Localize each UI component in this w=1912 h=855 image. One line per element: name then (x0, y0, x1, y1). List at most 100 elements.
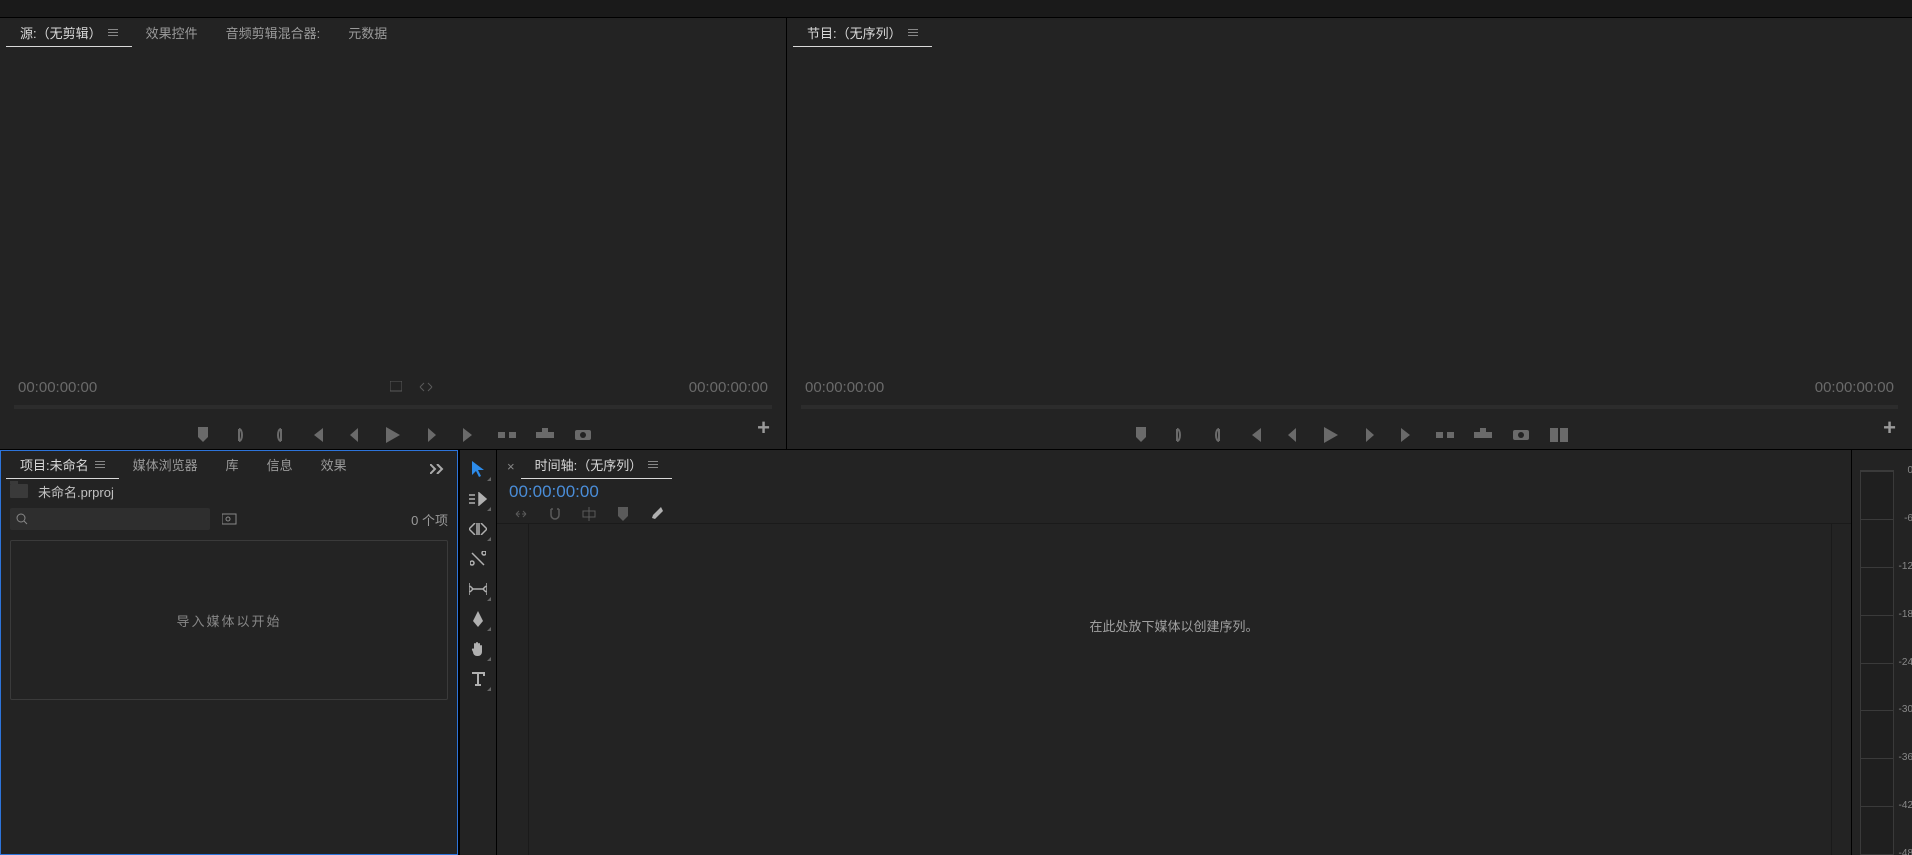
mark-in-icon[interactable] (231, 425, 251, 445)
timeline-panel: × 时间轴:（无序列） 00:00:00:00 在此处放下媒体以创建序列。 (497, 450, 1852, 855)
tab-source[interactable]: 源:（无剪辑） (6, 22, 132, 46)
tab-overflow-icon[interactable] (422, 464, 452, 478)
meter-tick-label: -24 (1899, 657, 1912, 668)
tab-program-label: 节目:（无序列） (807, 23, 902, 42)
close-tab-icon[interactable]: × (503, 459, 521, 478)
panel-menu-icon[interactable] (908, 29, 918, 36)
play-icon[interactable] (383, 425, 403, 445)
panel-menu-icon[interactable] (648, 461, 658, 468)
go-to-in-icon[interactable] (1245, 425, 1265, 445)
button-editor-icon[interactable]: + (757, 415, 770, 441)
program-tabs: 节目:（无序列） (787, 18, 1912, 46)
project-icon (10, 484, 28, 498)
go-to-in-icon[interactable] (307, 425, 327, 445)
program-transport: + (787, 401, 1912, 449)
meter-tick-label: -6 (1904, 513, 1912, 524)
step-back-icon[interactable] (345, 425, 365, 445)
source-monitor-canvas[interactable] (0, 46, 786, 373)
tab-effect-controls[interactable]: 效果控件 (132, 22, 212, 46)
linked-selection-icon[interactable] (581, 506, 597, 522)
fit-icon[interactable] (389, 380, 403, 394)
meter-tick-label: -30 (1899, 704, 1912, 715)
tab-effects[interactable]: 效果 (307, 454, 361, 478)
lift-icon[interactable] (1435, 425, 1455, 445)
source-time-row: 00:00:00:00 00:00:00:00 (0, 373, 786, 401)
project-tabs: 项目:未命名 媒体浏览器 库 信息 效果 (0, 450, 458, 478)
tab-audio-clip-mixer[interactable]: 音频剪辑混合器: (212, 22, 335, 46)
razor-tool-icon[interactable] (464, 546, 492, 572)
add-marker-icon[interactable] (615, 506, 631, 522)
tab-project[interactable]: 项目:未命名 (6, 454, 119, 478)
tab-metadata[interactable]: 元数据 (334, 22, 401, 46)
meter-tick-label: -48 (1899, 848, 1912, 855)
source-playhead-time[interactable]: 00:00:00:00 (18, 379, 97, 396)
tab-source-label: 源:（无剪辑） (20, 23, 102, 42)
mark-out-icon[interactable] (1207, 425, 1227, 445)
go-to-out-icon[interactable] (1397, 425, 1417, 445)
program-scrubber[interactable] (801, 405, 1898, 409)
export-frame-icon[interactable] (573, 425, 593, 445)
resolution-icon[interactable] (419, 380, 433, 394)
program-duration-time: 00:00:00:00 (1815, 379, 1894, 396)
step-forward-icon[interactable] (1359, 425, 1379, 445)
source-transport: + (0, 401, 786, 449)
tab-timeline[interactable]: 时间轴:（无序列） (521, 454, 673, 478)
panel-menu-icon[interactable] (95, 461, 105, 468)
tools-panel (459, 450, 497, 855)
step-forward-icon[interactable] (421, 425, 441, 445)
insert-icon[interactable] (497, 425, 517, 445)
project-toolbar: 0 个项 (0, 504, 458, 534)
program-monitor-canvas[interactable] (787, 46, 1912, 373)
mark-in-icon[interactable] (1169, 425, 1189, 445)
project-drop-hint: 导入媒体以开始 (176, 611, 281, 630)
program-playhead-time[interactable]: 00:00:00:00 (805, 379, 884, 396)
tab-info[interactable]: 信息 (253, 454, 307, 478)
program-time-row: 00:00:00:00 00:00:00:00 (787, 373, 1912, 401)
button-editor-icon[interactable]: + (1883, 415, 1896, 441)
timeline-body[interactable]: 在此处放下媒体以创建序列。 (497, 524, 1851, 855)
timeline-header: 00:00:00:00 (497, 478, 1851, 524)
step-back-icon[interactable] (1283, 425, 1303, 445)
timeline-tabs: × 时间轴:（无序列） (497, 450, 1851, 478)
timeline-drop-hint: 在此处放下媒体以创建序列。 (497, 616, 1851, 635)
tab-media-browser[interactable]: 媒体浏览器 (119, 454, 212, 478)
search-icon (16, 513, 28, 525)
source-tabs: 源:（无剪辑） 效果控件 音频剪辑混合器: 元数据 (0, 18, 786, 46)
audio-meter[interactable]: 0-6-12-18-24-30-36-42-48 (1860, 470, 1894, 855)
timeline-right-strip (1831, 524, 1851, 855)
source-monitor-panel: 源:（无剪辑） 效果控件 音频剪辑混合器: 元数据 00:00:00:00 00… (0, 18, 787, 449)
meter-tick-label: -12 (1899, 561, 1912, 572)
snap-toggle-icon[interactable] (547, 506, 563, 522)
source-scrubber[interactable] (14, 405, 772, 409)
comparison-view-icon[interactable] (1549, 425, 1569, 445)
tab-program[interactable]: 节目:（无序列） (793, 22, 932, 46)
meter-tick-label: -18 (1899, 609, 1912, 620)
program-monitor-panel: 节目:（无序列） 00:00:00:00 00:00:00:00 (787, 18, 1912, 449)
project-panel: 项目:未命名 媒体浏览器 库 信息 效果 未命名.prproj 0 个项 导入媒… (0, 450, 459, 855)
project-search-input[interactable] (10, 508, 210, 530)
overwrite-icon[interactable] (535, 425, 555, 445)
project-file-row: 未命名.prproj (0, 478, 458, 504)
new-bin-icon[interactable] (220, 509, 242, 529)
play-icon[interactable] (1321, 425, 1341, 445)
meter-tick-label: 0 (1907, 465, 1912, 476)
tab-libraries[interactable]: 库 (212, 454, 253, 478)
item-count-label: 0 个项 (411, 510, 448, 529)
project-filename: 未命名.prproj (38, 482, 114, 501)
audio-meter-panel: 0 -6 -12 -18 -24 -30 -36 -42 -48 (1852, 450, 1912, 855)
marker-icon[interactable] (1131, 425, 1151, 445)
timeline-track-header[interactable] (497, 524, 529, 855)
timeline-playhead-time[interactable]: 00:00:00:00 (509, 482, 1839, 502)
go-to-out-icon[interactable] (459, 425, 479, 445)
extract-icon[interactable] (1473, 425, 1493, 445)
panel-menu-icon[interactable] (108, 29, 118, 36)
nest-toggle-icon[interactable] (513, 506, 529, 522)
meter-tick-label: -42 (1899, 800, 1912, 811)
mark-out-icon[interactable] (269, 425, 289, 445)
marker-icon[interactable] (193, 425, 213, 445)
source-duration-time: 00:00:00:00 (689, 379, 768, 396)
meter-tick-label: -36 (1899, 752, 1912, 763)
timeline-settings-icon[interactable] (649, 506, 665, 522)
export-frame-icon[interactable] (1511, 425, 1531, 445)
project-drop-zone[interactable]: 导入媒体以开始 (10, 540, 448, 700)
